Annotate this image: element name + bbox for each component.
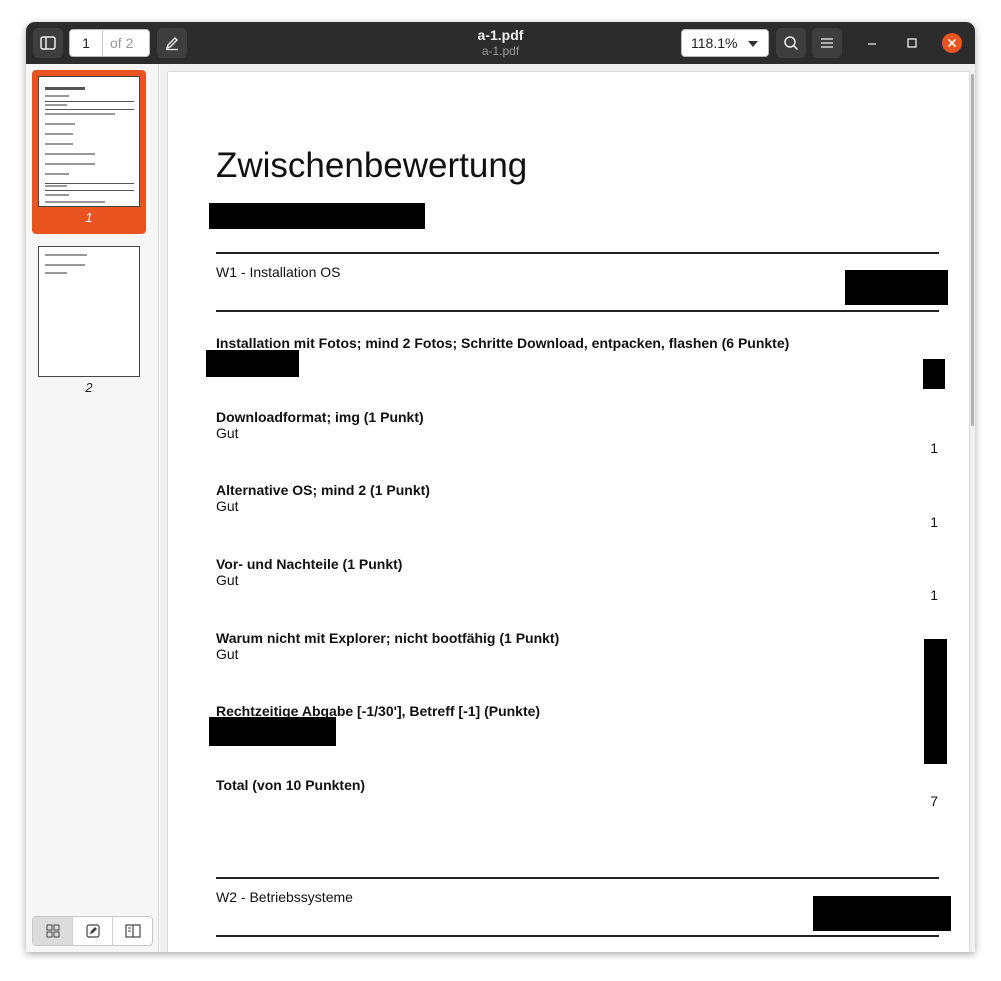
search-icon: [784, 36, 799, 51]
close-icon: [947, 38, 957, 48]
bookmarks-mode-button[interactable]: [113, 917, 152, 945]
total-score: 7: [930, 793, 938, 809]
redaction-block: [813, 896, 951, 931]
document-title: Zwischenbewertung: [216, 146, 528, 185]
redaction-block: [845, 270, 948, 305]
divider: [216, 935, 939, 937]
pdf-viewer-window: 1 of 2 a-1.pdf a-1.pdf 118.1% 1 2 Zwisch…: [26, 22, 975, 952]
minimize-button[interactable]: [863, 34, 881, 52]
vertical-scrollbar[interactable]: [971, 74, 974, 426]
total-label: Total (von 10 Punkten): [216, 777, 366, 793]
divider: [216, 877, 939, 879]
thumbnail-label-2: 2: [85, 380, 93, 395]
thumbnail-page-2[interactable]: [38, 246, 140, 377]
thumbnail-sidebar: 1 2: [26, 64, 159, 952]
section-heading-w1: W1 - Installation OS: [216, 264, 341, 280]
redaction-block: [924, 639, 947, 764]
maximize-icon: [907, 38, 917, 48]
criterion-question: Warum nicht mit Explorer; nicht bootfähi…: [216, 630, 560, 646]
criterion-question: Installation mit Fotos; mind 2 Fotos; Sc…: [216, 335, 790, 351]
title-bar: 1 of 2 a-1.pdf a-1.pdf 118.1%: [26, 22, 975, 64]
section-heading-w2: W2 - Betriebssysteme: [216, 889, 353, 905]
criterion-answer: Gut: [216, 425, 239, 441]
criterion-answer: Gut: [216, 572, 239, 588]
zoom-select[interactable]: 118.1%: [681, 29, 769, 57]
minimize-icon: [868, 43, 876, 45]
criterion-score: 1: [930, 587, 938, 603]
criterion-question: Alternative OS; mind 2 (1 Punkt): [216, 482, 430, 498]
book-icon: [124, 924, 141, 938]
redaction-block: [209, 717, 336, 746]
thumbnails-mode-button[interactable]: [33, 917, 73, 945]
criterion-score: 1: [930, 440, 938, 456]
edit-icon: [85, 924, 100, 938]
chevron-down-icon: [748, 41, 758, 47]
criterion-score: 1: [930, 514, 938, 530]
redaction-block: [209, 203, 425, 229]
hamburger-icon: [821, 38, 833, 48]
sidebar-mode-switcher: [32, 916, 153, 946]
thumbnail-label-1: 1: [85, 210, 93, 225]
thumbnail-page-1[interactable]: 1: [32, 70, 146, 234]
thumbnail-image-1: [38, 76, 140, 207]
grid-icon: [46, 924, 59, 938]
criterion-answer: Gut: [216, 498, 239, 514]
redaction-block: [923, 359, 945, 389]
maximize-button[interactable]: [903, 34, 921, 52]
zoom-value: 118.1%: [691, 35, 738, 51]
menu-button[interactable]: [812, 28, 842, 58]
search-button[interactable]: [776, 28, 806, 58]
redaction-block: [206, 350, 299, 377]
criterion-question: Vor- und Nachteile (1 Punkt): [216, 556, 403, 572]
pdf-page-1: Zwischenbewertung W1 - Installation OS I…: [168, 72, 969, 952]
criterion-question: Downloadformat; img (1 Punkt): [216, 409, 424, 425]
annotations-mode-button[interactable]: [73, 917, 113, 945]
divider: [216, 310, 939, 312]
criterion-answer: Gut: [216, 646, 239, 662]
divider: [216, 252, 939, 254]
close-button[interactable]: [942, 33, 962, 53]
document-view[interactable]: Zwischenbewertung W1 - Installation OS I…: [160, 64, 975, 952]
